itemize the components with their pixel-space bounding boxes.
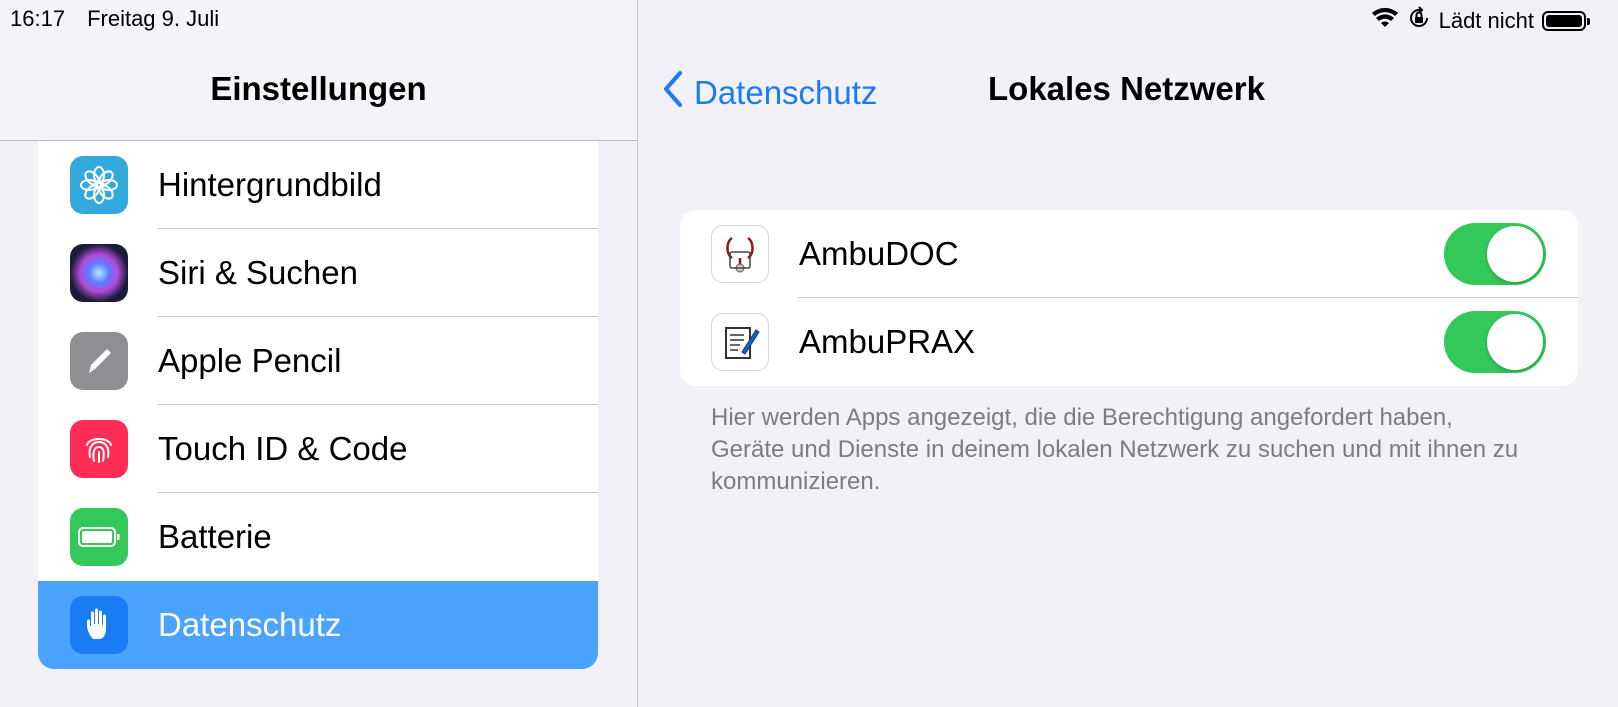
status-bar-right: Lädt nicht [1371, 6, 1590, 36]
settings-list: Hintergrundbild Siri & Suchen Apple Penc… [38, 141, 598, 669]
document-pen-icon [711, 313, 769, 371]
chevron-left-icon [662, 70, 684, 116]
status-time: 16:17 [10, 6, 66, 31]
status-bar-left: 16:17 Freitag 9. Juli [10, 6, 219, 32]
apps-list: AmbuDOC AmbuPRAX [680, 210, 1578, 386]
pencil-icon [70, 332, 128, 390]
sidebar-item-label: Apple Pencil [158, 342, 342, 379]
sidebar-item-privacy[interactable]: Datenschutz [38, 581, 598, 669]
app-name: AmbuDOC [799, 235, 959, 272]
app-name: AmbuPRAX [799, 323, 976, 360]
sidebar: Einstellungen Hintergrundbild Siri & Suc… [0, 0, 638, 707]
wifi-icon [1371, 7, 1399, 35]
footnote: Hier werden Apps angezeigt, die die Bere… [711, 404, 1519, 495]
siri-icon [70, 244, 128, 302]
sidebar-item-siri[interactable]: Siri & Suchen [38, 229, 598, 317]
stethoscope-icon [711, 225, 769, 283]
sidebar-item-label: Touch ID & Code [158, 430, 408, 467]
list-item: AmbuPRAX [680, 298, 1578, 386]
sidebar-item-label: Siri & Suchen [158, 254, 358, 291]
hand-icon [70, 596, 128, 654]
sidebar-item-apple-pencil[interactable]: Apple Pencil [38, 317, 598, 405]
sidebar-item-battery[interactable]: Batterie [38, 493, 598, 581]
battery-icon [70, 508, 128, 566]
sidebar-item-touch-id[interactable]: Touch ID & Code [38, 405, 598, 493]
status-date: Freitag 9. Juli [87, 6, 220, 31]
page-title: Lokales Netzwerk [988, 70, 1265, 107]
sidebar-title: Einstellungen [210, 70, 427, 107]
charging-status: Lädt nicht [1438, 8, 1534, 33]
rotation-lock-icon [1407, 6, 1431, 36]
sidebar-item-wallpaper[interactable]: Hintergrundbild [38, 141, 598, 229]
back-label: Datenschutz [694, 74, 878, 111]
battery-icon [1542, 11, 1590, 31]
sidebar-item-label: Batterie [158, 518, 272, 555]
sidebar-item-label: Hintergrundbild [158, 166, 382, 203]
ambuprax-toggle[interactable] [1444, 311, 1546, 373]
flower-icon [70, 156, 128, 214]
fingerprint-icon [70, 420, 128, 478]
list-item: AmbuDOC [680, 210, 1578, 298]
ambudoc-toggle[interactable] [1444, 223, 1546, 285]
sidebar-item-label: Datenschutz [158, 606, 342, 643]
back-button[interactable]: Datenschutz [662, 70, 877, 116]
